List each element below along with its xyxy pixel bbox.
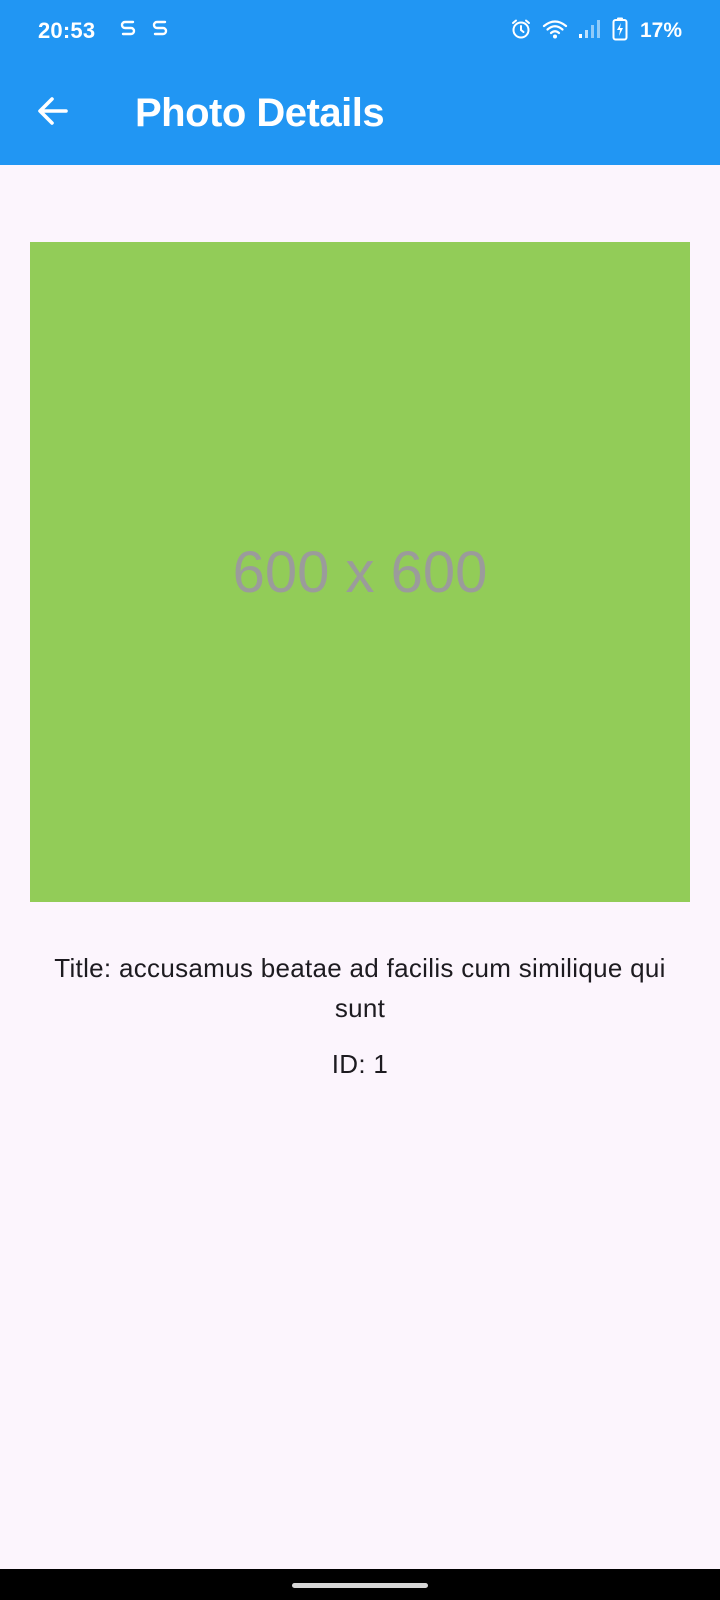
status-left-icons [119, 18, 169, 45]
arrow-back-icon [36, 94, 70, 133]
photo-title: Title: accusamus beatae ad facilis cum s… [54, 953, 666, 1023]
wifi-icon [542, 18, 568, 45]
photo-details-screen: 20:53 17% Photo Details 600 x 600 Title:… [0, 0, 720, 1600]
navigation-bar [0, 1569, 720, 1600]
status-time: 20:53 [38, 18, 96, 43]
battery-charging-icon [612, 17, 628, 46]
gesture-handle[interactable] [292, 1583, 428, 1588]
app-bar: Photo Details [0, 62, 720, 165]
photo-placeholder-text: 600 x 600 [232, 539, 488, 605]
sync-icon [151, 18, 169, 45]
status-bar: 20:53 17% [0, 0, 720, 62]
sync-icon [119, 18, 137, 45]
back-button[interactable] [25, 86, 81, 142]
battery-percent: 17% [639, 19, 682, 42]
photo-id: ID: 1 [331, 1049, 389, 1079]
page-title: Photo Details [135, 91, 385, 135]
signal-icon [578, 18, 602, 45]
alarm-icon [510, 18, 532, 45]
status-right-icons: 17% [510, 17, 682, 46]
photo-image: 600 x 600 [30, 242, 690, 902]
